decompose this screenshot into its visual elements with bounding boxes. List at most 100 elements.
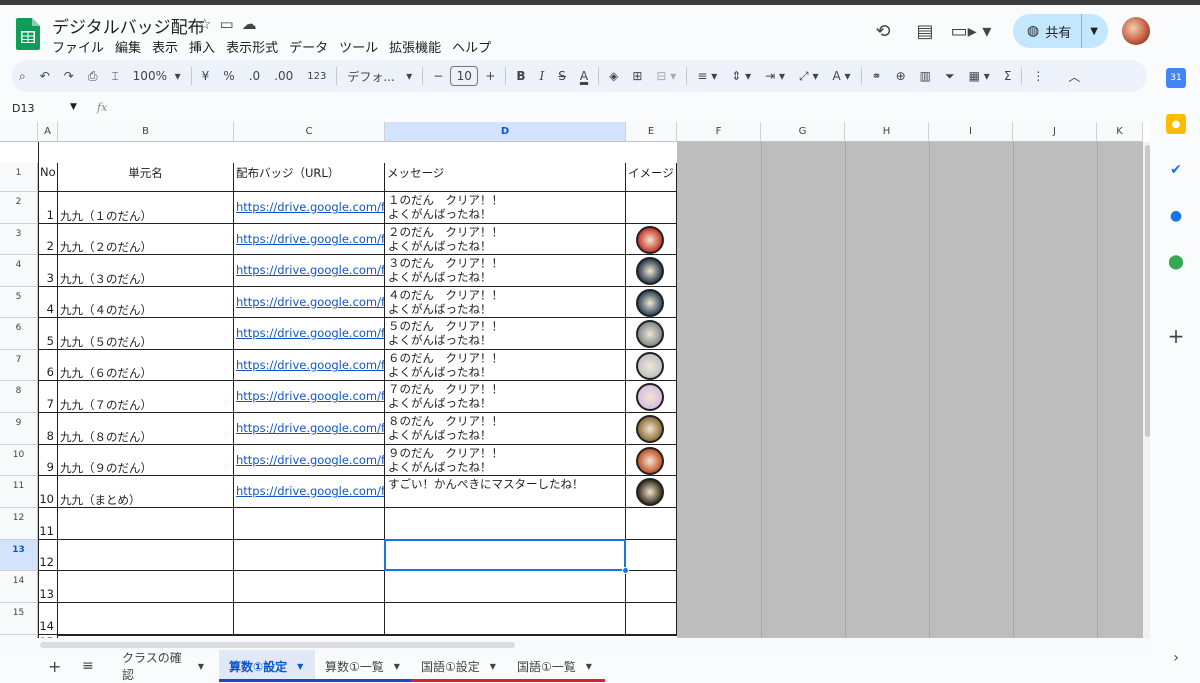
cell-no[interactable]: 11 (38, 508, 58, 540)
menu-item[interactable]: ヘルプ (452, 37, 496, 56)
menu-item[interactable]: 表示 (152, 37, 183, 56)
cell-message[interactable] (385, 603, 626, 635)
column-header[interactable]: F (677, 122, 761, 142)
sheet-tab-dropdown-icon[interactable]: ▼ (198, 662, 204, 671)
cell-unit-name[interactable] (58, 603, 234, 635)
row-header[interactable]: 12 (0, 508, 38, 540)
cell-badge-url[interactable]: https://drive.google.com/file/d/ (234, 318, 385, 350)
text-wrap-icon[interactable]: ⇥ ▾ (758, 60, 792, 92)
cell-image[interactable] (626, 318, 677, 350)
more-icon[interactable]: ⋮ (1025, 60, 1051, 92)
row-header[interactable]: 8 (0, 381, 38, 413)
column-header[interactable]: I (929, 122, 1013, 142)
keep-icon[interactable]: ● (1166, 114, 1186, 134)
badge-image[interactable] (636, 289, 664, 317)
select-all-corner[interactable] (0, 122, 38, 142)
all-sheets-icon[interactable]: ≡ (72, 650, 104, 682)
cell-no[interactable]: 13 (38, 571, 58, 603)
cell-message[interactable]: ６のだん クリア！！ よくがんばったね！ (385, 350, 626, 381)
sheet-tab-dropdown-icon[interactable]: ▼ (586, 662, 592, 671)
cell-unit-name[interactable]: 九九（３のだん） (58, 255, 234, 287)
cell-unit-name[interactable]: 九九（９のだん） (58, 445, 234, 476)
name-box[interactable]: D13 (12, 102, 34, 115)
cell-message[interactable]: ７のだん クリア！！ よくがんばったね！ (385, 381, 626, 413)
italic-button[interactable]: I (533, 60, 552, 92)
row-header[interactable]: 14 (0, 571, 38, 603)
zoom-select[interactable]: 100% ▾ (126, 60, 188, 92)
row-header[interactable]: 7 (0, 350, 38, 381)
cell-message[interactable]: １のだん クリア！！ よくがんばったね！ (385, 192, 626, 224)
strikethrough-button[interactable]: S (551, 60, 573, 92)
column-header[interactable]: B (58, 122, 234, 142)
font-select[interactable]: デフォ... ▾ (340, 60, 419, 92)
font-size-decrease-button[interactable]: − (426, 60, 450, 92)
badge-url-link[interactable]: https://drive.google.com/file/d/ (236, 389, 384, 403)
cell-no[interactable]: 8 (38, 413, 58, 445)
cell-unit-name[interactable]: 九九（８のだん） (58, 413, 234, 445)
share-dropdown-icon[interactable]: ▼ (1090, 26, 1098, 37)
sheet-tab-dropdown-icon[interactable]: ▼ (394, 662, 400, 671)
selected-cell-outline[interactable] (384, 539, 626, 571)
tasks-icon[interactable]: ✔ (1166, 160, 1186, 180)
column-header[interactable]: H (845, 122, 929, 142)
text-rotation-icon[interactable]: ⤢ ▾ (792, 60, 825, 92)
move-folder-icon[interactable]: ▭ (219, 15, 233, 33)
cell-unit-name[interactable] (58, 540, 234, 571)
maps-icon[interactable]: ⬤ (1166, 252, 1186, 272)
fill-handle[interactable] (622, 567, 629, 574)
header-badge-url[interactable]: 配布バッジ（URL） (234, 163, 385, 192)
contacts-icon[interactable]: ● (1166, 206, 1186, 226)
row-header[interactable]: 5 (0, 287, 38, 318)
cell-no[interactable]: 14 (38, 603, 58, 635)
column-header[interactable]: J (1013, 122, 1097, 142)
cell-badge-url[interactable] (234, 603, 385, 635)
cell-badge-url[interactable]: https://drive.google.com/file/d/ (234, 381, 385, 413)
row-header[interactable]: 6 (0, 318, 38, 350)
row-header[interactable]: 1 (0, 163, 38, 192)
functions-button[interactable]: Σ (997, 60, 1019, 92)
cell-image[interactable] (626, 571, 677, 603)
row-header[interactable]: 3 (0, 224, 38, 255)
cell-badge-url[interactable]: https://drive.google.com/file/d/ (234, 350, 385, 381)
badge-image[interactable] (636, 226, 664, 254)
search-menus-icon[interactable]: ⌕ (12, 60, 33, 92)
column-header[interactable]: K (1097, 122, 1143, 142)
cell-unit-name[interactable]: 九九（４のだん） (58, 287, 234, 318)
row-header[interactable]: 9 (0, 413, 38, 445)
cell-message[interactable]: すごい！かんぺきにマスターしたね！ (385, 476, 626, 508)
print-icon[interactable]: ⎙ (81, 60, 105, 92)
sheet-tab-dropdown-icon[interactable]: ▼ (297, 662, 303, 671)
cell-message[interactable]: ５のだん クリア！！ よくがんばったね！ (385, 318, 626, 350)
menu-item[interactable]: ツール (339, 37, 383, 56)
header-unit-name[interactable]: 単元名 (58, 163, 234, 192)
cell-image[interactable] (626, 350, 677, 381)
sheet-tab[interactable]: 国語①一覧 ▼ (507, 650, 605, 682)
cell-badge-url[interactable] (234, 540, 385, 571)
decrease-decimal-button[interactable]: .0 (242, 60, 267, 92)
calendar-icon[interactable]: 31 (1166, 68, 1186, 88)
cell-badge-url[interactable]: https://drive.google.com/file/d/ (234, 476, 385, 508)
header-message[interactable]: メッセージ (385, 163, 626, 192)
font-size-increase-button[interactable]: + (478, 60, 502, 92)
fill-color-icon[interactable]: ◈ (602, 60, 625, 92)
cell-badge-url[interactable]: https://drive.google.com/file/d/ (234, 224, 385, 255)
cell-message[interactable] (385, 635, 626, 636)
document-title[interactable]: デジタルバッジ配布 (52, 13, 205, 38)
row-header[interactable]: 11 (0, 476, 38, 508)
menu-item[interactable]: 拡張機能 (389, 37, 446, 56)
meet-icon[interactable]: ▭▸ ▾ (949, 13, 993, 49)
row-header[interactable]: 10 (0, 445, 38, 476)
cell-unit-name[interactable] (58, 635, 234, 636)
menu-item[interactable]: データ (289, 37, 333, 56)
cell-unit-name[interactable] (58, 571, 234, 603)
cell-badge-url[interactable]: https://drive.google.com/file/d/ (234, 192, 385, 224)
cell-image[interactable] (626, 603, 677, 635)
row-header[interactable]: 2 (0, 192, 38, 224)
insert-comment-icon[interactable]: ⊕ (889, 60, 913, 92)
badge-image[interactable] (636, 383, 664, 411)
sheet-tab[interactable]: 国語①設定 ▼ (411, 650, 507, 682)
badge-image[interactable] (636, 478, 664, 506)
header-image[interactable]: イメージ (626, 163, 677, 192)
column-header[interactable]: C (234, 122, 385, 142)
paint-format-icon[interactable]: ⌶ (104, 60, 125, 92)
